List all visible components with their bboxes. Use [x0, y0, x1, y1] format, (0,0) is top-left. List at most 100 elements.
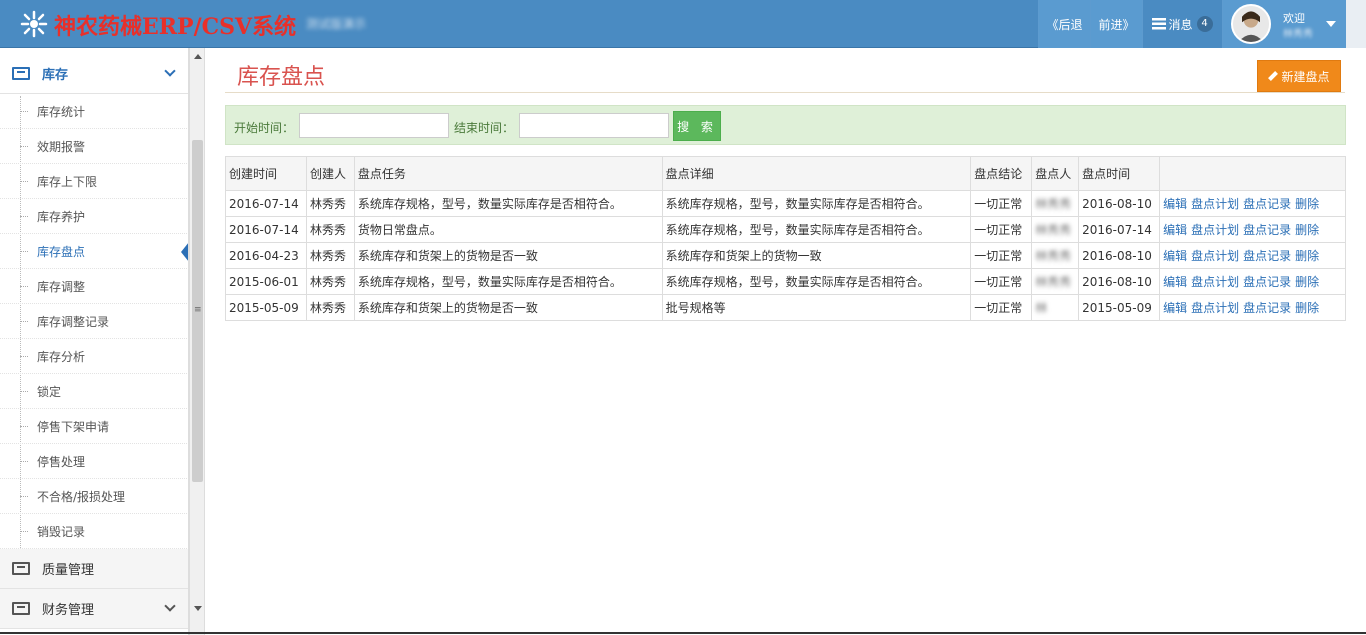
sidebar-item[interactable]: 库存养护	[0, 199, 188, 234]
cell-check-time: 2016-08-10	[1078, 190, 1161, 217]
scroll-up-icon[interactable]	[194, 54, 202, 59]
edit-link[interactable]: 编辑	[1163, 275, 1187, 289]
sidebar-item[interactable]: 库存分析	[0, 339, 188, 374]
delete-link[interactable]: 删除	[1295, 249, 1319, 263]
record-link[interactable]: 盘点记录	[1243, 301, 1291, 315]
cell-task: 系统库存和货架上的货物是否一致	[353, 294, 663, 321]
user-avatar-icon	[1233, 6, 1269, 42]
tree-connector	[20, 286, 28, 287]
plan-link[interactable]: 盘点计划	[1191, 275, 1239, 289]
sidebar-item[interactable]: 库存上下限	[0, 164, 188, 199]
sidebar-section-label: 财务管理	[42, 603, 95, 618]
forward-button[interactable]: 前进》	[1090, 0, 1142, 48]
delete-link[interactable]: 删除	[1295, 275, 1319, 289]
edit-link[interactable]: 编辑	[1163, 197, 1187, 211]
edit-link[interactable]: 编辑	[1163, 301, 1187, 315]
plan-link[interactable]: 盘点计划	[1191, 249, 1239, 263]
sidebar-item[interactable]: 库存盘点	[0, 234, 188, 269]
cell-detail: 系统库存规格，型号，数量实际库存是否相符合。	[661, 216, 972, 243]
app-title: 神农药械ERP/CSV系统	[54, 14, 297, 40]
user-menu[interactable]: 欢迎 林秀秀	[1222, 0, 1346, 48]
cell-task: 系统库存规格，型号，数量实际库存是否相符合。	[353, 190, 663, 217]
avatar	[1231, 4, 1271, 44]
sidebar-item[interactable]: 停售下架申请	[0, 409, 188, 444]
new-inventory-check-button[interactable]: 新建盘点	[1257, 60, 1341, 92]
sidebar-item[interactable]: 库存调整	[0, 269, 188, 304]
table-row: 2016-04-23 林秀秀 系统库存和货架上的货物是否一致 系统库存和货架上的货物一…	[225, 242, 1346, 269]
back-button[interactable]: 《后退	[1038, 0, 1090, 48]
cell-created: 2015-05-09	[225, 294, 307, 321]
cell-task: 货物日常盘点。	[353, 216, 663, 243]
cell-checker: 林秀秀	[1031, 190, 1080, 217]
list-icon	[12, 562, 30, 575]
chevron-down-icon	[164, 65, 176, 77]
sidebar-section-finance[interactable]: 财务管理	[0, 589, 188, 629]
cell-actions: 编辑 盘点计划 盘点记录 删除	[1159, 242, 1346, 269]
plan-link[interactable]: 盘点计划	[1191, 301, 1239, 315]
sidebar-item-label: 效期报警	[37, 139, 86, 154]
sidebar-item[interactable]: 效期报警	[0, 129, 188, 164]
tree-connector	[20, 426, 28, 427]
sidebar-section-label: 质量管理	[42, 563, 95, 578]
cell-check-time: 2016-08-10	[1078, 268, 1161, 295]
active-pointer-icon	[181, 242, 188, 262]
sidebar-scrollbar[interactable]: ≡	[189, 48, 205, 635]
cell-result: 一切正常	[970, 268, 1033, 295]
start-time-input[interactable]	[299, 113, 449, 138]
record-link[interactable]: 盘点记录	[1243, 275, 1291, 289]
sidebar-item[interactable]: 停售处理	[0, 444, 188, 479]
record-link[interactable]: 盘点记录	[1243, 197, 1291, 211]
sidebar-item[interactable]: 不合格/报损处理	[0, 479, 188, 514]
delete-link[interactable]: 删除	[1295, 197, 1319, 211]
chevron-down-icon	[164, 600, 176, 612]
cell-checker: 林秀秀	[1031, 242, 1080, 269]
cell-actions: 编辑 盘点计划 盘点记录 删除	[1159, 216, 1346, 243]
welcome-label: 欢迎	[1283, 12, 1305, 25]
column-header: 盘点结论	[970, 156, 1033, 191]
tree-connector	[20, 391, 28, 392]
sidebar-item-label: 库存调整	[37, 279, 86, 294]
cell-actions: 编辑 盘点计划 盘点记录 删除	[1159, 268, 1346, 295]
cell-creator: 林秀秀	[305, 216, 355, 243]
cell-checker: 林秀秀	[1031, 216, 1080, 243]
plan-link[interactable]: 盘点计划	[1191, 197, 1239, 211]
sidebar-section-label: 库存	[42, 68, 69, 83]
cell-detail: 系统库存和货架上的货物一致	[661, 242, 972, 269]
new-button-label: 新建盘点	[1281, 69, 1330, 84]
sidebar-item-label: 销毁记录	[37, 524, 86, 539]
column-header	[1159, 156, 1346, 191]
logo-icon	[20, 10, 48, 38]
delete-link[interactable]: 删除	[1295, 301, 1319, 315]
cell-creator: 林秀秀	[305, 294, 355, 321]
edit-link[interactable]: 编辑	[1163, 249, 1187, 263]
user-name: 林秀秀	[1283, 29, 1313, 40]
sidebar-item[interactable]: 库存统计	[0, 94, 188, 129]
sidebar-section-inventory[interactable]: 库存	[0, 54, 188, 94]
end-time-input[interactable]	[519, 113, 669, 138]
messages-button[interactable]: 消息 4	[1142, 0, 1222, 48]
sidebar-item-label: 停售处理	[37, 454, 86, 469]
sidebar: 库存 库存统计效期报警库存上下限 库存养护 库存盘点库存调整库存调整记录 库存分析 锁定…	[0, 48, 189, 635]
list-icon	[12, 602, 30, 615]
record-link[interactable]: 盘点记录	[1243, 249, 1291, 263]
scroll-down-icon[interactable]	[194, 606, 202, 611]
sidebar-item[interactable]: 库存调整记录	[0, 304, 188, 339]
plan-link[interactable]: 盘点计划	[1191, 223, 1239, 237]
sidebar-section-quality[interactable]: 质量管理	[0, 549, 188, 589]
sidebar-item[interactable]: 锁定	[0, 374, 188, 409]
edit-link[interactable]: 编辑	[1163, 223, 1187, 237]
cell-detail: 批号规格等	[661, 294, 972, 321]
sidebar-item[interactable]: 销毁记录	[0, 514, 188, 549]
cell-check-time: 2015-05-09	[1078, 294, 1161, 321]
tree-connector	[20, 356, 28, 357]
grip-icon: ≡	[194, 305, 202, 315]
start-time-label: 开始时间：	[234, 121, 295, 135]
record-link[interactable]: 盘点记录	[1243, 223, 1291, 237]
inventory-check-table: 创建时间 创建人 盘点任务 盘点详细 盘点结论 盘点人 盘点时间 2016-07-14 林秀秀…	[225, 156, 1346, 321]
window-edge	[1346, 0, 1366, 48]
delete-link[interactable]: 删除	[1295, 223, 1319, 237]
cell-creator: 林秀秀	[305, 190, 355, 217]
search-button[interactable]: 搜 索	[673, 111, 721, 141]
sidebar-item-label: 库存统计	[37, 104, 86, 119]
caret-down-icon	[1326, 21, 1336, 27]
